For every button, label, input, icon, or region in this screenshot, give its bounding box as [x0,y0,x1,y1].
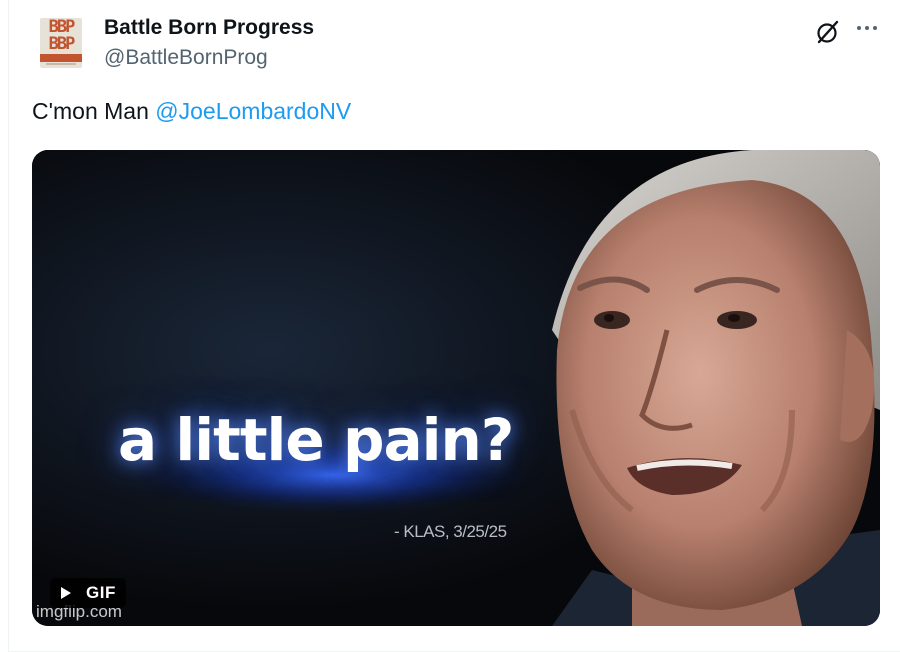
tweet-text-body: C'mon Man [32,98,156,124]
tweet-card[interactable]: BBP BBP Battle Born Progress @BattleBorn… [0,0,900,652]
gif-frame-image [32,150,880,626]
avatar[interactable]: BBP BBP [40,18,82,68]
author-name[interactable]: Battle Born Progress [104,16,314,40]
mention-link[interactable]: @JoeLombardoNV [155,98,351,124]
tweet-text: C'mon Man @JoeLombardoNV [32,98,351,125]
gif-media[interactable]: a little pain? - KLAS, 3/25/25 imgflip.c… [32,150,880,626]
avatar-logo-bar [40,54,82,62]
gif-caption: a little pain? [118,406,514,474]
avatar-logo-underline [46,63,76,65]
author-handle[interactable]: @BattleBornProg [104,46,268,70]
play-icon [58,585,74,601]
gif-play-badge[interactable]: GIF [50,578,126,608]
gif-label: GIF [86,583,116,602]
more-icon[interactable] [850,14,884,42]
avatar-logo-text-bottom: BBP [48,34,76,54]
grok-icon[interactable] [814,18,842,46]
gif-source-credit: - KLAS, 3/25/25 [394,522,507,541]
